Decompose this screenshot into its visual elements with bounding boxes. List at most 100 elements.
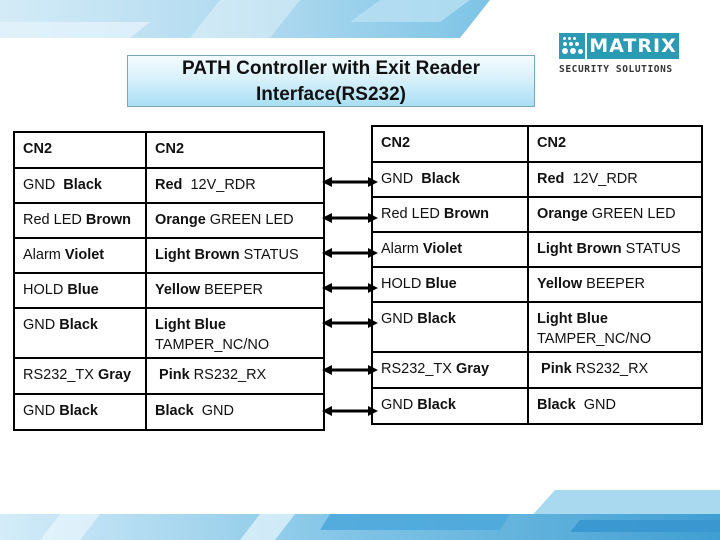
logo-wordmark: MATRIX <box>587 33 679 59</box>
signal-label: RS232_RX <box>189 367 267 383</box>
pin-cell-controller: HOLD Blue <box>13 272 147 309</box>
pin-cell-reader: Black GND <box>527 387 703 425</box>
wire-color-label: Orange <box>155 212 206 228</box>
signal-label: STATUS <box>239 247 299 263</box>
signal-label: GREEN LED <box>587 206 676 222</box>
signal-label: GND <box>575 397 616 413</box>
signal-label: Red LED <box>23 212 86 228</box>
pin-cell-controller: RS232_TX Gray <box>13 357 147 395</box>
pin-cell-reader: CN2 <box>145 131 325 169</box>
table-row: Alarm Violet Light Brown STATUS <box>13 237 325 274</box>
pin-cell-controller: Red LED Brown <box>13 202 147 239</box>
wire-color-label: Yellow <box>155 282 201 298</box>
signal-label: 12V_RDR <box>564 171 638 187</box>
signal-label: GND <box>193 403 234 419</box>
wire-color-label: Yellow <box>537 276 583 292</box>
double-arrow-icon <box>322 365 378 375</box>
table-row: Red LED Brown Orange GREEN LED <box>371 196 703 233</box>
wire-color-label: CN2 <box>155 141 185 157</box>
double-arrow-icon <box>322 248 378 258</box>
double-arrow-icon <box>322 177 378 187</box>
table-row: HOLD Blue Yellow BEEPER <box>371 266 703 303</box>
signal-label: HOLD <box>381 276 426 292</box>
table-row: Red LED Brown Orange GREEN LED <box>13 202 325 239</box>
wire-color-label: Red <box>155 177 183 193</box>
signal-label: RS232_TX <box>23 367 98 383</box>
double-arrow-icon <box>322 213 378 223</box>
pin-cell-controller: CN2 <box>13 131 147 169</box>
signal-label: GND <box>23 403 60 419</box>
title-box: PATH Controller with Exit Reader Interfa… <box>127 55 535 107</box>
pin-cell-reader: Orange GREEN LED <box>527 196 703 233</box>
wire-color-label: Light Brown <box>155 247 240 263</box>
table-row: HOLD Blue Yellow BEEPER <box>13 272 325 309</box>
signal-label: GND <box>381 397 418 413</box>
wire-color-label: Gray <box>97 367 132 383</box>
table-row: GND Black Red 12V_RDR <box>13 167 325 204</box>
pin-cell-controller: GND Black <box>371 161 529 198</box>
wire-color-label: Black <box>417 397 456 413</box>
signal-label: GND <box>381 171 422 187</box>
signal-label: TAMPER_NC/NO <box>537 331 652 347</box>
wire-color-label: CN2 <box>381 135 411 151</box>
signal-label: GREEN LED <box>205 212 294 228</box>
wire-color-label: Orange <box>537 206 588 222</box>
pin-cell-controller: Alarm Violet <box>13 237 147 274</box>
title-line-1: PATH Controller with Exit Reader <box>181 58 481 79</box>
wire-color-label: Pink <box>537 361 572 377</box>
pin-cell-controller: HOLD Blue <box>371 266 529 303</box>
signal-label: RS232_RX <box>571 361 649 377</box>
wire-color-label: Light Brown <box>537 241 622 257</box>
signal-label: HOLD <box>23 282 68 298</box>
logo-tagline: SECURITY SOLUTIONS <box>559 64 673 75</box>
wire-color-label: Black <box>155 403 194 419</box>
pin-cell-reader: Red 12V_RDR <box>145 167 325 204</box>
signal-label: Red LED <box>381 206 444 222</box>
pin-cell-reader: Pink RS232_RX <box>145 357 325 395</box>
pin-cell-reader: Yellow BEEPER <box>145 272 325 309</box>
table-row: Alarm Violet Light Brown STATUS <box>371 231 703 268</box>
wire-color-label: Black <box>537 397 576 413</box>
pin-cell-controller: GND Black <box>371 387 529 425</box>
wire-color-label: Blue <box>425 276 457 292</box>
table-header-row: CN2 CN2 <box>13 131 325 169</box>
table-row: GND Black Light Blue TAMPER_NC/NO <box>371 301 703 353</box>
table-row: GND Black Black GND <box>371 387 703 425</box>
signal-label: GND <box>23 317 60 333</box>
signal-label: Alarm <box>381 241 423 257</box>
signal-label: GND <box>381 311 418 327</box>
pin-cell-reader: Light Blue TAMPER_NC/NO <box>527 301 703 353</box>
pin-cell-reader: CN2 <box>527 125 703 163</box>
signal-label: TAMPER_NC/NO <box>155 337 270 353</box>
right-connector-table: CN2 CN2 GND Black Red 12V_RDR Red LED Brown O… <box>371 125 703 425</box>
table-row: GND Black Red 12V_RDR <box>371 161 703 198</box>
pin-cell-controller: GND Black <box>13 393 147 431</box>
double-arrow-icon <box>322 283 378 293</box>
wire-color-label: Black <box>417 311 456 327</box>
pin-cell-controller: Alarm Violet <box>371 231 529 268</box>
wire-color-label: Pink <box>155 367 190 383</box>
signal-label: Alarm <box>23 247 65 263</box>
signal-label: 12V_RDR <box>182 177 256 193</box>
pin-cell-controller: GND Black <box>371 301 529 353</box>
wire-color-label: Violet <box>64 247 105 263</box>
signal-label: BEEPER <box>200 282 263 298</box>
pin-cell-controller: RS232_TX Gray <box>371 351 529 389</box>
wire-color-label: Brown <box>85 212 131 228</box>
pin-cell-reader: Black GND <box>145 393 325 431</box>
wire-color-label: Black <box>63 177 102 193</box>
title-line-2: Interface(RS232) <box>256 84 406 105</box>
pin-cell-reader: Red 12V_RDR <box>527 161 703 198</box>
wire-color-label: Red <box>537 171 565 187</box>
wire-color-label: Black <box>59 403 98 419</box>
table-row: RS232_TX Gray Pink RS232_RX <box>371 351 703 389</box>
wire-color-label: Light Blue <box>537 311 608 327</box>
pin-cell-reader: Light Brown STATUS <box>527 231 703 268</box>
signal-label: RS232_TX <box>381 361 456 377</box>
pin-cell-controller: GND Black <box>13 167 147 204</box>
matrix-dots-icon <box>559 33 585 59</box>
matrix-logo: MATRIX SECURITY SOLUTIONS <box>559 33 679 81</box>
double-arrow-icon <box>322 406 378 416</box>
wire-color-label: Black <box>421 171 460 187</box>
wire-color-label: Gray <box>455 361 490 377</box>
